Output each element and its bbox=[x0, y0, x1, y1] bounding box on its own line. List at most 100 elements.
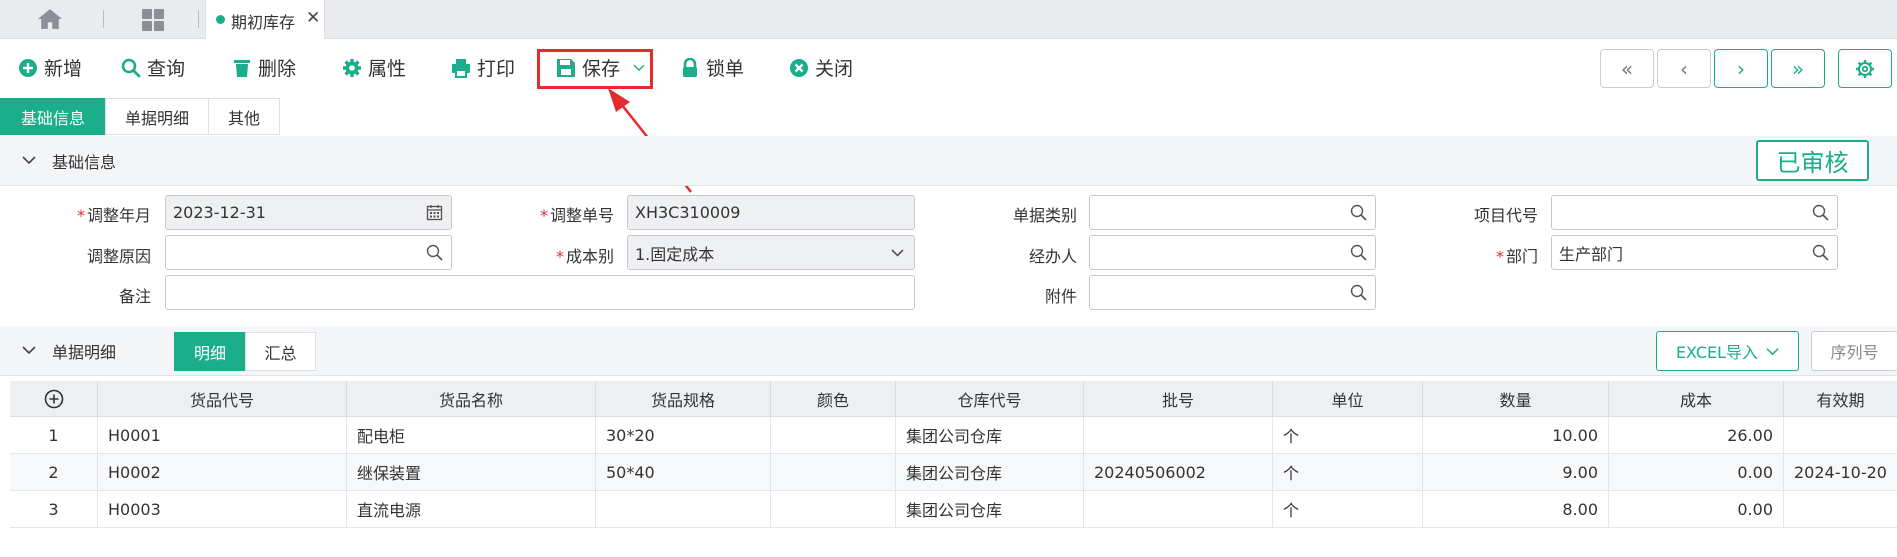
doc-type-label: 单据类别 bbox=[1012, 206, 1077, 225]
table-cell[interactable]: 直流电源 bbox=[347, 491, 596, 528]
table-cell[interactable] bbox=[596, 491, 771, 528]
chevron-down-icon[interactable] bbox=[889, 244, 906, 261]
table-cell[interactable] bbox=[1084, 491, 1273, 528]
subtab-detail[interactable]: 单据明细 bbox=[105, 98, 209, 135]
dept-field[interactable]: 生产部门 bbox=[1551, 235, 1838, 270]
table-cell[interactable]: 1 bbox=[10, 417, 98, 454]
serial-number-button[interactable]: 序列号 bbox=[1811, 331, 1897, 371]
table-cell[interactable]: 2024-10-20 bbox=[1784, 454, 1897, 491]
plus-circle-icon bbox=[19, 58, 37, 77]
column-header[interactable]: 颜色 bbox=[771, 381, 896, 417]
basic-info-section-header[interactable]: 基础信息 bbox=[0, 136, 1897, 186]
remark-field[interactable] bbox=[165, 275, 915, 310]
search-icon[interactable] bbox=[1350, 284, 1367, 301]
adjust-no-label: * 调整单号 bbox=[539, 206, 614, 225]
adjust-month-field[interactable]: 2023-12-31 bbox=[165, 195, 452, 230]
table-cell[interactable] bbox=[771, 491, 896, 528]
add-button[interactable]: 新增 bbox=[18, 39, 82, 96]
adjust-month-label: * 调整年月 bbox=[76, 206, 151, 225]
tab-summary[interactable]: 汇总 bbox=[245, 332, 316, 371]
search-icon[interactable] bbox=[1812, 204, 1829, 221]
table-cell[interactable]: 集团公司仓库 bbox=[896, 454, 1084, 491]
query-button[interactable]: 查询 bbox=[121, 39, 185, 96]
tab-detail[interactable]: 明细 bbox=[174, 332, 246, 371]
nav-last-button[interactable]: » bbox=[1771, 49, 1825, 88]
table-cell[interactable]: 26.00 bbox=[1609, 417, 1784, 454]
nav-next-button[interactable]: › bbox=[1714, 49, 1768, 88]
column-header[interactable]: 货品名称 bbox=[347, 381, 596, 417]
table-cell[interactable]: 0.00 bbox=[1609, 491, 1784, 528]
column-header[interactable]: 仓库代号 bbox=[896, 381, 1084, 417]
table-cell[interactable]: H0001 bbox=[98, 417, 347, 454]
subtab-other[interactable]: 其他 bbox=[208, 98, 280, 135]
table-cell[interactable]: 8.00 bbox=[1423, 491, 1609, 528]
table-cell[interactable]: 10.00 bbox=[1423, 417, 1609, 454]
properties-button[interactable]: 属性 bbox=[342, 39, 406, 96]
table-cell[interactable]: H0003 bbox=[98, 491, 347, 528]
table-cell[interactable] bbox=[771, 417, 896, 454]
apps-grid-icon[interactable] bbox=[141, 8, 167, 32]
table-cell[interactable]: 个 bbox=[1273, 454, 1423, 491]
table-cell[interactable]: 继保装置 bbox=[347, 454, 596, 491]
table-cell[interactable]: 0.00 bbox=[1609, 454, 1784, 491]
search-icon[interactable] bbox=[1350, 204, 1367, 221]
settings-button[interactable] bbox=[1838, 49, 1892, 88]
print-button[interactable]: 打印 bbox=[451, 39, 515, 96]
handler-label: 经办人 bbox=[1028, 247, 1077, 266]
table-cell[interactable]: 配电柜 bbox=[347, 417, 596, 454]
adjust-no-field[interactable]: XH3C310009 bbox=[627, 195, 915, 230]
excel-import-button[interactable]: EXCEL导入 bbox=[1656, 331, 1799, 371]
home-icon[interactable] bbox=[36, 8, 64, 30]
nav-first-button[interactable]: « bbox=[1600, 49, 1654, 88]
column-header[interactable]: 成本 bbox=[1609, 381, 1784, 417]
tab-opening-inventory[interactable]: 期初库存 ✕ bbox=[205, 0, 325, 39]
handler-field[interactable] bbox=[1089, 235, 1376, 270]
table-cell[interactable] bbox=[771, 454, 896, 491]
column-header[interactable]: 有效期 bbox=[1784, 381, 1897, 417]
column-header[interactable]: 货品代号 bbox=[98, 381, 347, 417]
table-cell[interactable]: 50*40 bbox=[596, 454, 771, 491]
add-row-header[interactable] bbox=[10, 381, 98, 417]
attachment-field[interactable] bbox=[1089, 275, 1376, 310]
lock-icon bbox=[683, 57, 697, 77]
close-icon[interactable]: ✕ bbox=[306, 8, 320, 28]
table-cell[interactable]: 20240506002 bbox=[1084, 454, 1273, 491]
search-icon[interactable] bbox=[1812, 244, 1829, 261]
cost-type-select[interactable]: 1.固定成本 bbox=[627, 235, 915, 270]
table-cell[interactable]: H0002 bbox=[98, 454, 347, 491]
column-header[interactable]: 单位 bbox=[1273, 381, 1423, 417]
nav-prev-button[interactable]: ‹ bbox=[1657, 49, 1711, 88]
project-code-field[interactable] bbox=[1551, 195, 1838, 230]
print-button-label: 打印 bbox=[477, 58, 516, 80]
table-cell[interactable] bbox=[1784, 417, 1897, 454]
table-cell[interactable]: 3 bbox=[10, 491, 98, 528]
column-header[interactable]: 货品规格 bbox=[596, 381, 771, 417]
chevron-down-icon[interactable] bbox=[22, 343, 36, 357]
table-cell[interactable]: 个 bbox=[1273, 491, 1423, 528]
doc-type-field[interactable] bbox=[1089, 195, 1376, 230]
search-icon[interactable] bbox=[426, 244, 443, 261]
lock-button-label: 锁单 bbox=[706, 58, 745, 80]
table-cell[interactable]: 个 bbox=[1273, 417, 1423, 454]
reason-field[interactable] bbox=[165, 235, 452, 270]
column-header[interactable]: 批号 bbox=[1084, 381, 1273, 417]
table-cell[interactable] bbox=[1784, 491, 1897, 528]
printer-icon bbox=[452, 58, 470, 78]
chevron-down-icon[interactable] bbox=[1766, 345, 1779, 358]
column-header[interactable]: 数量 bbox=[1423, 381, 1609, 417]
reason-label: 调整原因 bbox=[86, 247, 151, 266]
search-icon[interactable] bbox=[1350, 244, 1367, 261]
table-cell[interactable]: 9.00 bbox=[1423, 454, 1609, 491]
calendar-icon[interactable] bbox=[426, 204, 443, 221]
close-button[interactable]: 关闭 bbox=[789, 39, 853, 96]
query-button-label: 查询 bbox=[147, 58, 186, 80]
table-cell[interactable]: 集团公司仓库 bbox=[896, 417, 1084, 454]
table-cell[interactable]: 30*20 bbox=[596, 417, 771, 454]
table-cell[interactable]: 集团公司仓库 bbox=[896, 491, 1084, 528]
table-cell[interactable]: 2 bbox=[10, 454, 98, 491]
subtab-basic-info[interactable]: 基础信息 bbox=[0, 98, 106, 135]
plus-circle-icon[interactable] bbox=[44, 389, 64, 409]
delete-button[interactable]: 删除 bbox=[232, 39, 296, 96]
table-cell[interactable] bbox=[1084, 417, 1273, 454]
chevron-down-icon[interactable] bbox=[22, 153, 36, 167]
